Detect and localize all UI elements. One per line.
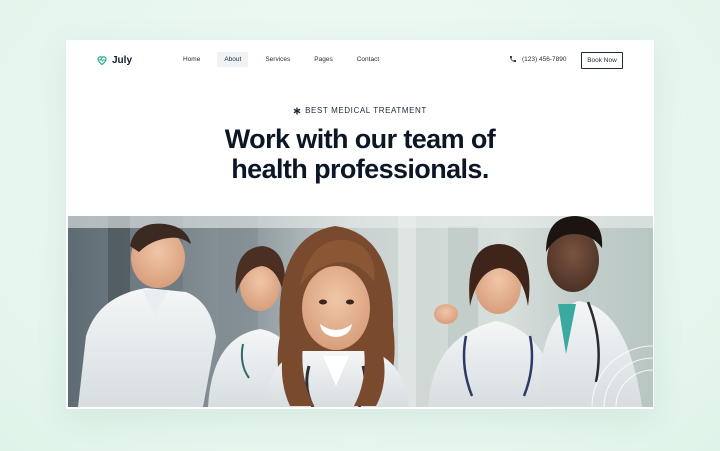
main-menu: Home About Services Pages Contact xyxy=(176,52,386,67)
nav-item-about[interactable]: About xyxy=(217,52,249,67)
page-card: July Home About Services Pages Contact (… xyxy=(66,40,654,409)
book-now-button[interactable]: Book Now xyxy=(581,52,623,69)
navbar: July Home About Services Pages Contact (… xyxy=(66,40,654,82)
hero-image xyxy=(68,216,653,407)
headline-line-2: health professionals. xyxy=(231,154,489,184)
nav-item-pages[interactable]: Pages xyxy=(307,52,339,67)
heart-pulse-icon xyxy=(97,56,107,66)
asterisk-icon xyxy=(293,106,301,115)
phone-icon xyxy=(510,56,516,62)
phone-link[interactable]: (123) 456-7890 xyxy=(509,55,566,63)
team-photo xyxy=(68,216,653,407)
headline-line-1: Work with our team of xyxy=(224,124,496,154)
nav-item-contact[interactable]: Contact xyxy=(350,52,386,67)
hero-eyebrow: BEST MEDICAL TREATMENT xyxy=(66,106,654,115)
hero-headline: Work with our team of health professiona… xyxy=(66,124,654,184)
nav-item-services[interactable]: Services xyxy=(258,52,297,67)
nav-item-home[interactable]: Home xyxy=(176,52,207,67)
phone-number: (123) 456-7890 xyxy=(522,55,567,63)
brand-name: July xyxy=(112,54,133,66)
eyebrow-text: BEST MEDICAL TREATMENT xyxy=(305,106,427,115)
logo[interactable]: July xyxy=(96,54,132,66)
